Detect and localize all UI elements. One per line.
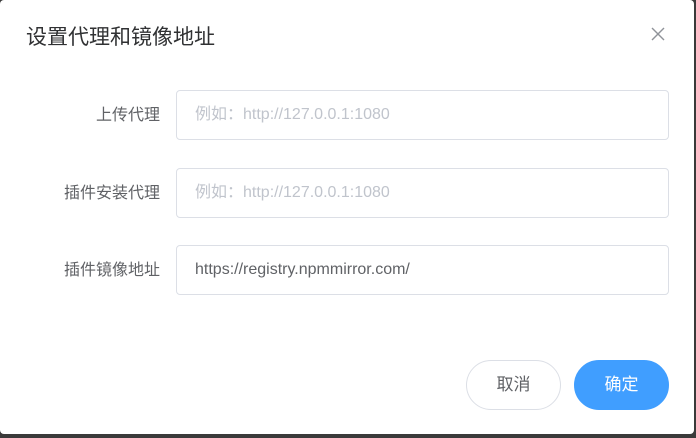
form-row-upload-proxy: 上传代理	[0, 90, 694, 140]
dialog-title: 设置代理和镜像地址	[26, 25, 215, 49]
form-row-plugin-mirror: 插件镜像地址	[0, 245, 694, 295]
upload-proxy-input[interactable]	[176, 90, 669, 140]
upload-proxy-label: 上传代理	[95, 105, 160, 124]
plugin-install-proxy-label: 插件安装代理	[63, 183, 160, 202]
form-row-plugin-install-proxy: 插件安装代理	[0, 168, 694, 218]
close-button[interactable]	[646, 22, 670, 46]
plugin-mirror-label: 插件镜像地址	[63, 260, 160, 279]
cancel-button[interactable]: 取消	[466, 360, 561, 410]
plugin-mirror-input[interactable]	[176, 245, 669, 295]
confirm-button[interactable]: 确定	[574, 360, 669, 410]
plugin-install-proxy-input[interactable]	[176, 168, 669, 218]
close-icon	[651, 27, 665, 41]
proxy-settings-dialog: 设置代理和镜像地址 上传代理 插件安装代理 插件镜像地址 取消 确定	[0, 0, 694, 434]
